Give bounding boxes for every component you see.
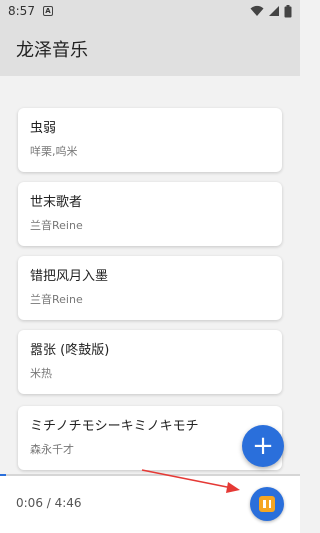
song-card[interactable]: 错把风月入墨 兰音Reine: [18, 256, 282, 320]
add-button[interactable]: +: [242, 425, 284, 467]
song-title: 错把风月入墨: [30, 269, 109, 284]
song-card[interactable]: 嚣张 (咚鼓版) 米热: [18, 330, 282, 394]
pause-button[interactable]: [250, 487, 284, 521]
song-card[interactable]: 虫弱 咩栗,呜米: [18, 108, 282, 172]
wifi-icon: [250, 5, 264, 16]
song-artist: 兰音Reine: [30, 219, 83, 232]
plus-icon: +: [252, 431, 274, 461]
song-title: 嚣张 (咚鼓版): [30, 343, 110, 358]
song-title: 虫弱: [30, 121, 57, 136]
song-title: ミチノチモシーキミノキモチ: [30, 419, 199, 434]
status-time: 8:57: [8, 4, 35, 18]
app-title: 龙泽音乐: [16, 40, 88, 61]
song-card[interactable]: 世末歌者 兰音Reine: [18, 182, 282, 246]
song-title: 世末歌者: [30, 195, 83, 210]
app-bar: 龙泽音乐: [0, 22, 300, 76]
song-artist: 米热: [30, 367, 52, 380]
song-artist: 森永千才: [30, 443, 74, 456]
status-icons: [250, 4, 292, 18]
signal-icon: [269, 6, 279, 16]
notification-icon: A: [42, 6, 53, 16]
status-bar: 8:57 A: [0, 0, 300, 22]
pause-icon: [259, 496, 275, 512]
battery-icon: [284, 4, 292, 17]
song-artist: 兰音Reine: [30, 293, 83, 306]
song-list[interactable]: 虫弱 咩栗,呜米 世末歌者 兰音Reine 错把风月入墨 兰音Reine 嚣张 …: [0, 76, 300, 474]
song-artist: 咩栗,呜米: [30, 145, 78, 158]
playback-time: 0:06 / 4:46: [16, 496, 82, 510]
